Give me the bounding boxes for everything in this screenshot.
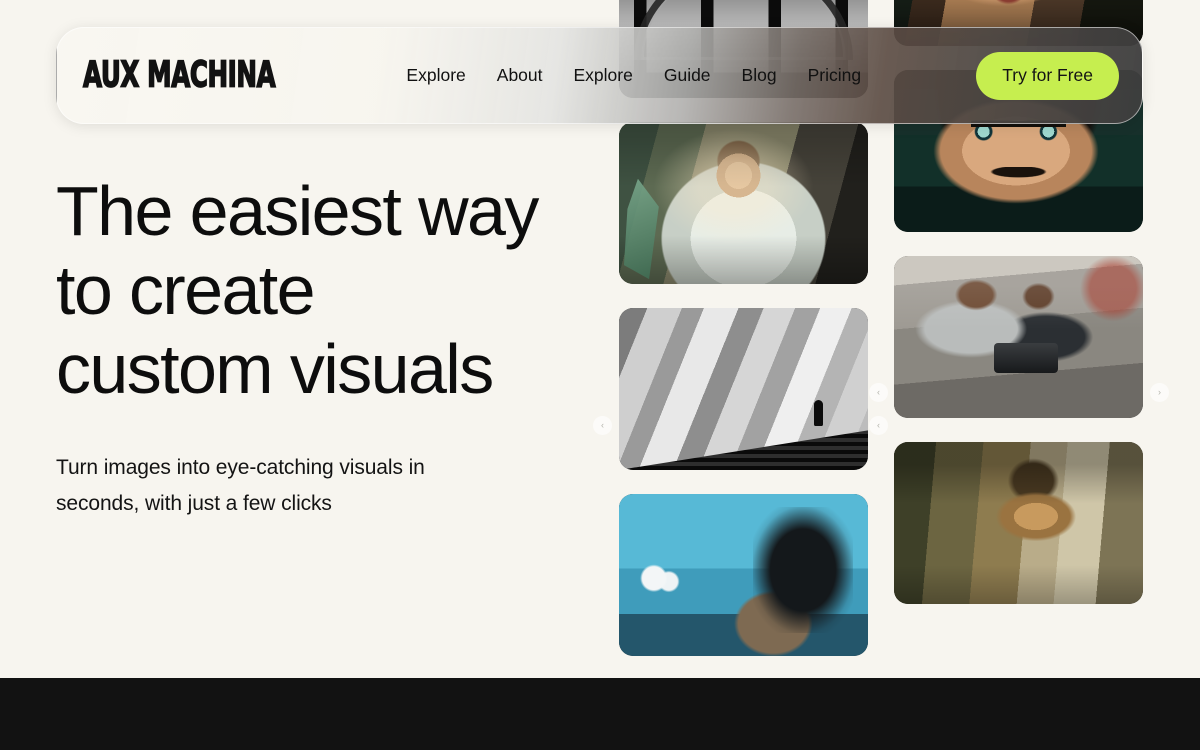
image-architecture-stairs: [619, 308, 868, 470]
image-man-in-room: [619, 122, 868, 284]
hero-section: The easiest way to create custom visuals…: [56, 172, 616, 522]
chevron-left-icon[interactable]: ‹: [593, 416, 612, 435]
nav-link-guide[interactable]: Guide: [664, 65, 711, 86]
gallery-tile[interactable]: [894, 256, 1143, 418]
nav-link-about[interactable]: About: [497, 65, 543, 86]
page-title: The easiest way to create custom visuals: [56, 172, 539, 408]
nav-links: Explore About Explore Guide Blog Pricing: [406, 65, 861, 86]
chevron-right-icon[interactable]: ›: [1150, 383, 1169, 402]
chevron-left-icon[interactable]: ‹: [869, 383, 888, 402]
nav-link-blog[interactable]: Blog: [742, 65, 777, 86]
landing-page: ‹ ‹ ‹ › AUX MACHINA Explore About Explor…: [0, 0, 1200, 750]
gallery-tile[interactable]: [619, 494, 868, 656]
footer-band: [0, 678, 1200, 750]
nav-link-explore-1[interactable]: Explore: [406, 65, 465, 86]
brand-logo[interactable]: AUX MACHINA: [82, 54, 276, 97]
try-for-free-button[interactable]: Try for Free: [976, 51, 1119, 100]
gallery-tile[interactable]: [619, 122, 868, 284]
nav-link-pricing[interactable]: Pricing: [808, 65, 862, 86]
gallery-tile[interactable]: [619, 308, 868, 470]
top-navigation-bar: AUX MACHINA Explore About Explore Guide …: [56, 27, 1143, 124]
image-teal-scene: [619, 494, 868, 656]
image-warm-portrait: [894, 442, 1143, 604]
hero-subtitle: Turn images into eye-catching visuals in…: [56, 456, 425, 515]
nav-link-explore-2[interactable]: Explore: [574, 65, 633, 86]
chevron-left-icon[interactable]: ‹: [869, 416, 888, 435]
image-street-photographers: [894, 256, 1143, 418]
gallery-tile[interactable]: [894, 442, 1143, 604]
